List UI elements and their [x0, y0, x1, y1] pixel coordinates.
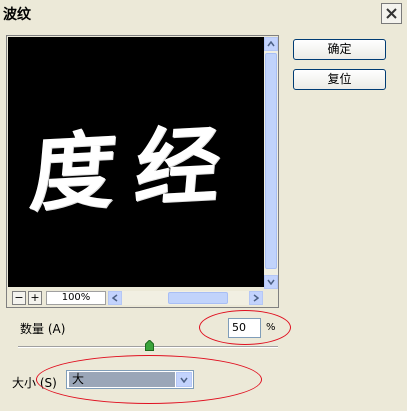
vertical-scroll-thumb[interactable]	[265, 53, 277, 269]
plus-icon: +	[30, 291, 40, 304]
zoom-in-button[interactable]: +	[28, 291, 42, 305]
annotation-ellipse-size	[36, 355, 262, 404]
scroll-up-button[interactable]	[264, 37, 278, 51]
chevron-right-icon	[253, 294, 259, 302]
dialog-title: 波纹	[3, 7, 31, 23]
zoom-level: 100%	[46, 291, 106, 305]
zoom-out-button[interactable]: −	[12, 291, 26, 305]
amount-label: 数量 (A)	[20, 322, 66, 336]
close-button[interactable]	[381, 3, 402, 24]
annotation-ellipse-amount	[199, 310, 291, 345]
ok-button[interactable]: 确定	[293, 39, 386, 60]
scroll-right-button[interactable]	[249, 291, 263, 305]
reset-button[interactable]: 复位	[293, 69, 386, 90]
close-icon	[386, 8, 397, 19]
slider-thumb-icon[interactable]	[145, 340, 154, 351]
scroll-left-button[interactable]	[108, 291, 122, 305]
title-bar: 波纹	[0, 0, 407, 26]
preview-toolbar: − + 100%	[8, 290, 278, 306]
horizontal-scroll-thumb[interactable]	[168, 292, 228, 304]
minus-icon: −	[14, 291, 24, 304]
chevron-up-icon	[267, 41, 275, 47]
scroll-down-button[interactable]	[264, 275, 278, 289]
preview-canvas[interactable]: 度经	[8, 37, 264, 287]
preview-vertical-scrollbar[interactable]	[264, 37, 278, 289]
preview-horizontal-scrollbar[interactable]	[108, 291, 263, 305]
preview-image-text: 度经	[26, 113, 245, 223]
chevron-left-icon	[112, 294, 118, 302]
chevron-down-icon	[267, 279, 275, 285]
